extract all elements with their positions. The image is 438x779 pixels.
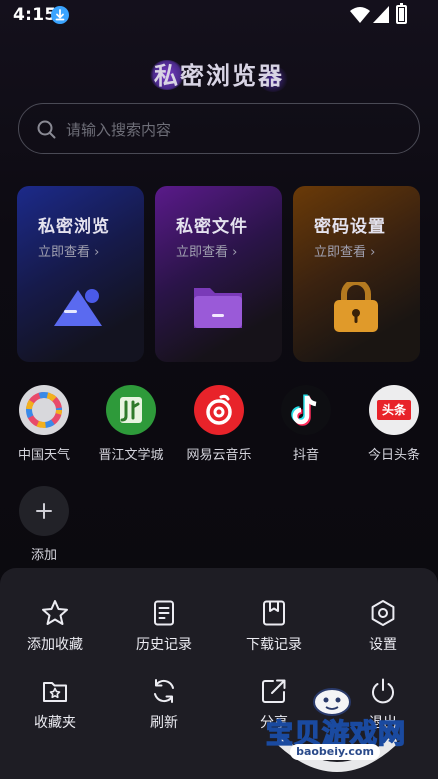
menu-label: 设置 [369,637,397,653]
shortcut-label: 晋江文学城 [98,448,164,463]
watermark-url: baobeiy.com [290,744,380,760]
status-bar: 4:15 [0,0,438,32]
weather-icon [19,385,69,435]
shortcut-douyin[interactable]: 抖音 [261,385,351,463]
shortcut-jinjiang[interactable]: 晋江文学城 [86,385,176,463]
search-icon [37,120,56,139]
menu-label: 添加收藏 [27,637,83,653]
menu-add-favorite[interactable]: 添加收藏 [5,598,105,654]
card-title: 私密文件 [176,217,248,237]
menu-label: 下载记录 [246,637,302,653]
shortcut-label: 网易云音乐 [186,448,252,463]
card-view-link[interactable]: 立即查看 › [176,241,237,260]
shortcut-weather[interactable]: 中国天气 [0,385,89,463]
private-files-card[interactable]: 私密文件 立即查看 › [155,186,282,362]
card-title: 私密浏览 [38,217,110,237]
app-title: 私密浏览器 [0,56,438,91]
jinjiang-icon [106,385,156,435]
add-shortcut-button[interactable] [19,486,69,536]
download-notification-icon [51,6,69,24]
triangle-icon [50,282,110,332]
menu-downloads[interactable]: 下载记录 [224,598,324,654]
shortcut-toutiao[interactable]: 头条 今日头条 [349,385,438,463]
favorites-folder-icon [40,676,70,706]
shortcut-label: 中国天气 [17,448,70,463]
history-icon [149,598,179,628]
menu-label: 刷新 [150,715,178,731]
card-view-link[interactable]: 立即查看 › [314,241,375,260]
toutiao-logo-text: 头条 [377,400,411,420]
folder-icon [188,282,248,332]
menu-label: 收藏夹 [34,715,76,731]
plus-icon [36,503,52,519]
shortcut-label: 抖音 [292,448,319,463]
signal-icon [373,6,389,27]
app-title-text: 私密浏览器 [154,62,284,90]
menu-settings[interactable]: 设置 [333,598,433,654]
menu-refresh[interactable]: 刷新 [114,676,214,732]
search-placeholder: 请输入搜索内容 [66,121,172,139]
status-time: 4:15 [13,5,57,25]
browser-home-screen: 4:15 私密浏览器 请输入搜索内容 私密浏览 立即查看 › 私密文件 立即查看… [0,0,438,779]
card-view-link[interactable]: 立即查看 › [38,241,99,260]
password-settings-card[interactable]: 密码设置 立即查看 › [293,186,420,362]
private-browsing-card[interactable]: 私密浏览 立即查看 › [17,186,144,362]
search-bar[interactable]: 请输入搜索内容 [18,103,420,154]
card-title: 密码设置 [314,217,386,237]
netease-music-icon [194,385,244,435]
douyin-icon [281,385,331,435]
refresh-icon [149,676,179,706]
battery-icon [396,3,407,24]
menu-history[interactable]: 历史记录 [114,598,214,654]
download-icon [259,598,289,628]
lock-icon [326,279,386,332]
shortcut-netease-music[interactable]: 网易云音乐 [174,385,264,463]
menu-favorites[interactable]: 收藏夹 [5,676,105,732]
toutiao-icon: 头条 [369,385,419,435]
wifi-icon [350,6,370,27]
gear-icon [368,598,398,628]
add-shortcut-label: 添加 [30,548,57,563]
star-icon [40,598,70,628]
shortcut-label: 今日头条 [367,448,420,463]
menu-label: 历史记录 [136,637,192,653]
